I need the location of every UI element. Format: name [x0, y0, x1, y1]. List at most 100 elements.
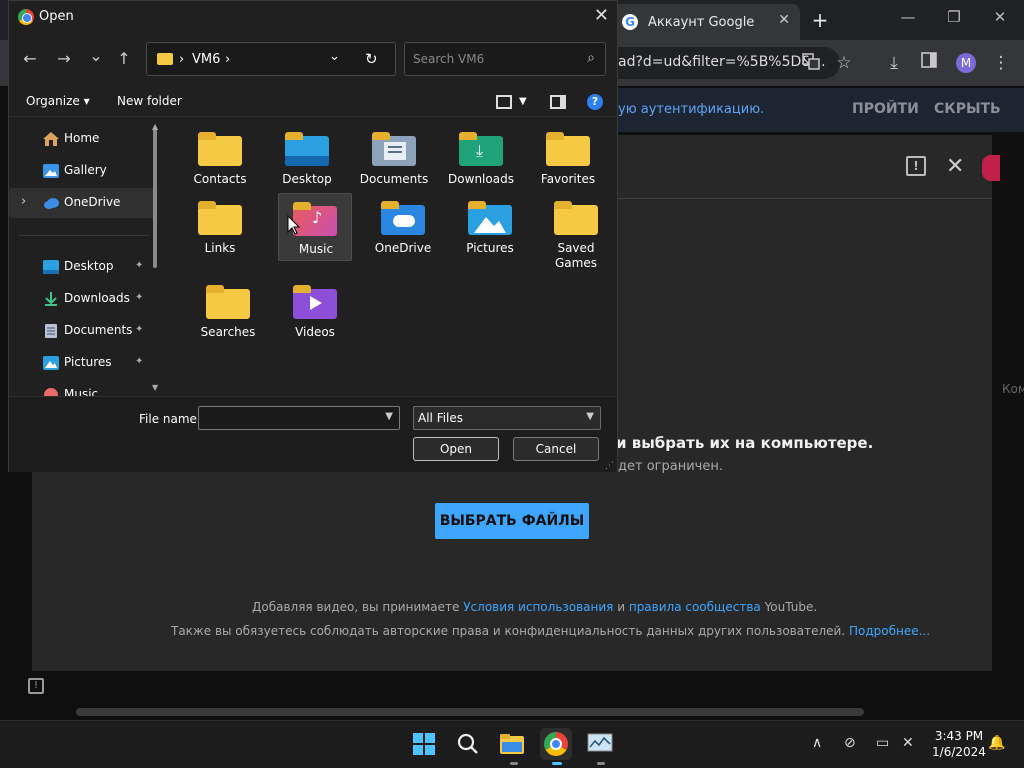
bookmark-star-icon[interactable]: ☆	[833, 52, 855, 74]
back-button[interactable]: ←	[19, 49, 41, 68]
download-icon[interactable]: ⤓	[883, 52, 905, 74]
pin-icon[interactable]: ✦	[135, 260, 143, 271]
address-dropdown-icon[interactable]: ⌄	[329, 49, 340, 64]
more-link[interactable]: Подробнее...	[849, 624, 930, 638]
feedback-side-icon[interactable]: !	[28, 678, 44, 694]
chrome-taskbar-icon[interactable]	[540, 728, 572, 760]
nav-item-music[interactable]: Music	[9, 380, 149, 396]
pin-icon[interactable]: ✦	[135, 292, 143, 303]
nav-item-downloads[interactable]: Downloads ✦	[9, 284, 149, 314]
banner-hide-button[interactable]: СКРЫТЬ	[934, 101, 1001, 117]
search-icon[interactable]	[452, 728, 484, 760]
view-dropdown-icon[interactable]: ▼	[519, 96, 527, 107]
nav-label: Music	[64, 387, 99, 396]
recent-locations-button[interactable]: ⌄	[85, 46, 107, 65]
file-type-select[interactable]: All Files ▼	[413, 406, 601, 430]
network-off-icon[interactable]: ⊘	[844, 735, 856, 751]
volume-icon[interactable]: ✕	[902, 735, 914, 751]
file-tile-saved-games[interactable]: Saved Games	[539, 193, 613, 270]
terms-link[interactable]: Условия использования	[463, 600, 613, 614]
browser-tab-google-account[interactable]: G Аккаунт Google ✕	[612, 4, 800, 40]
restore-button[interactable]: ❐	[944, 8, 964, 26]
banner-login-button[interactable]: ПРОЙТИ	[852, 101, 919, 117]
file-name-label: File name:	[139, 412, 201, 426]
community-link[interactable]: правила сообщества	[629, 600, 761, 614]
organize-button[interactable]: Organize ▾	[26, 94, 90, 108]
file-name-input[interactable]: ▼	[198, 406, 400, 430]
minimize-button[interactable]: —	[898, 8, 918, 26]
file-tile-desktop[interactable]: Desktop	[270, 124, 344, 192]
help-icon[interactable]: ?	[587, 94, 603, 110]
notification-bell-icon[interactable]: 🔔	[988, 735, 1005, 751]
file-tile-links[interactable]: Links	[183, 193, 257, 261]
monitor-app-icon[interactable]	[584, 728, 616, 760]
pin-icon[interactable]: ✦	[135, 324, 143, 335]
limit-text: дет ограничен.	[618, 459, 723, 474]
crumb-vm6[interactable]: VM6	[192, 52, 220, 67]
upload-close-icon[interactable]: ✕	[946, 154, 964, 179]
nav-item-desktop[interactable]: Desktop ✦	[9, 252, 149, 282]
horizontal-scrollbar[interactable]	[76, 708, 864, 716]
home-icon	[43, 132, 59, 146]
new-tab-button[interactable]: +	[810, 8, 830, 32]
side-text: Ком	[1002, 382, 1024, 396]
expand-chevron-icon[interactable]: ›	[21, 194, 26, 209]
select-files-button[interactable]: ВЫБРАТЬ ФАЙЛЫ	[435, 503, 589, 539]
feedback-icon[interactable]: !	[906, 156, 926, 176]
folder-icon	[198, 132, 242, 166]
menu-kebab-icon[interactable]: ⋮	[990, 52, 1012, 74]
nav-item-onedrive[interactable]: › OneDrive	[9, 188, 155, 218]
nav-item-gallery[interactable]: Gallery	[9, 156, 149, 186]
translate-icon[interactable]	[800, 52, 822, 74]
folder-icon	[206, 285, 250, 319]
display-icon[interactable]: ▭	[876, 735, 889, 751]
up-button[interactable]: ↑	[113, 49, 135, 68]
scroll-up-icon[interactable]: ▲	[152, 122, 158, 131]
file-tile-onedrive[interactable]: OneDrive	[366, 193, 440, 261]
nav-scrollbar-thumb[interactable]	[153, 128, 157, 268]
folder-icon	[157, 53, 173, 65]
tray-expand-icon[interactable]: ∧	[812, 735, 822, 751]
file-tile-videos[interactable]: Videos	[278, 277, 352, 345]
dialog-close-button[interactable]: ✕	[594, 5, 609, 26]
crumb-separator[interactable]: ›	[225, 52, 230, 67]
search-box[interactable]: Search VM6 ⌕	[404, 42, 606, 76]
chevron-down-icon[interactable]: ▼	[385, 411, 393, 422]
refresh-icon[interactable]: ↻	[365, 50, 378, 68]
file-explorer-icon[interactable]	[496, 728, 528, 760]
profile-avatar[interactable]: M	[956, 53, 976, 73]
nav-item-home[interactable]: Home	[9, 124, 149, 154]
address-breadcrumb[interactable]: › VM6 › ⌄ ↻	[146, 42, 396, 76]
forward-button[interactable]: →	[53, 49, 75, 68]
nav-item-pictures[interactable]: Pictures ✦	[9, 348, 149, 378]
nav-label: OneDrive	[64, 195, 121, 209]
scroll-down-icon[interactable]: ▼	[152, 383, 158, 392]
dialog-title-bar[interactable]: Open ✕	[9, 1, 617, 33]
cancel-button[interactable]: Cancel	[513, 437, 599, 461]
view-options-icon[interactable]	[496, 95, 512, 109]
nav-label: Desktop	[64, 259, 114, 273]
time: 3:43 PM	[934, 729, 984, 743]
clock[interactable]: 3:43 PM 1/6/2024	[928, 728, 990, 760]
file-tile-contacts[interactable]: Contacts	[183, 124, 257, 192]
file-tile-pictures[interactable]: Pictures	[453, 193, 527, 261]
pin-icon[interactable]: ✦	[135, 356, 143, 367]
nav-item-documents[interactable]: Documents ✦	[9, 316, 149, 346]
dialog-footer: File name: ▼ All Files ▼ Open Cancel ⋰	[9, 396, 617, 472]
file-tile-downloads[interactable]: ⤓ Downloads	[444, 124, 518, 192]
start-icon[interactable]	[408, 728, 440, 760]
file-tile-documents[interactable]: Documents	[357, 124, 431, 192]
side-panel-icon[interactable]	[918, 52, 940, 74]
mouse-cursor-icon	[287, 215, 301, 235]
tab-close-icon[interactable]: ✕	[778, 12, 790, 28]
new-folder-button[interactable]: New folder	[117, 94, 182, 108]
open-button[interactable]: Open	[413, 437, 499, 461]
preview-pane-icon[interactable]	[550, 95, 566, 109]
window-close-button[interactable]: ✕	[990, 8, 1010, 26]
nav-label: Gallery	[64, 163, 107, 177]
file-tile-searches[interactable]: Searches	[191, 277, 265, 345]
documents-folder-icon	[372, 132, 416, 166]
resize-grip-icon[interactable]: ⋰	[605, 461, 614, 471]
file-tile-favorites[interactable]: Favorites	[531, 124, 605, 192]
download-icon	[45, 292, 57, 306]
